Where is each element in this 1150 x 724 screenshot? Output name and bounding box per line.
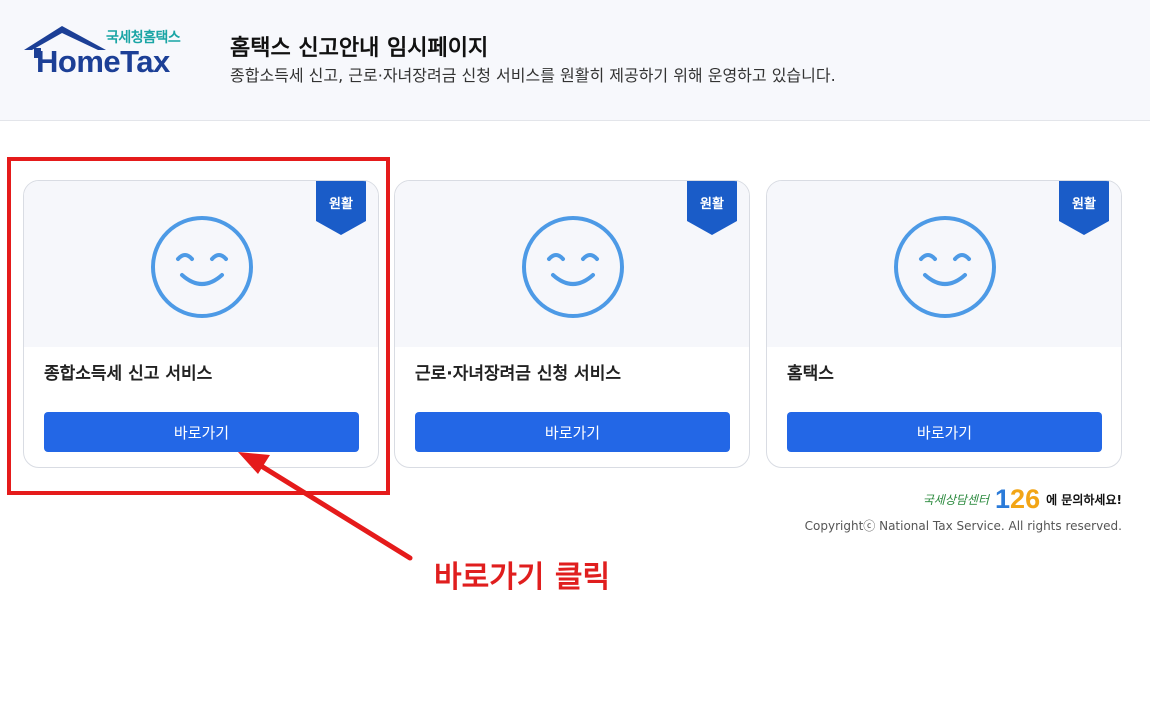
status-badge-label: 원활 <box>1072 197 1096 212</box>
consult-digit: 1 <box>995 484 1011 514</box>
card-title: 홈택스 <box>787 364 834 384</box>
service-card-earned-income: 원활 근로·자녀장려금 신청 서비스 바로가기 <box>394 180 750 468</box>
consult-center-banner: 국세상담센터 1 2 6 에 문의하세요! <box>923 484 1122 514</box>
go-button-earned-income[interactable]: 바로가기 <box>415 412 730 452</box>
status-badge-label: 원활 <box>700 197 724 212</box>
consult-digit: 2 <box>1010 484 1026 514</box>
consult-center-suffix: 에 문의하세요! <box>1046 492 1122 507</box>
logo-english-text: HomeTax <box>36 44 170 79</box>
go-button-hometax[interactable]: 바로가기 <box>787 412 1102 452</box>
consult-number: 1 2 6 <box>995 484 1040 514</box>
annotation-text: 바로가기 클릭 <box>434 560 611 595</box>
smiley-icon <box>894 216 996 318</box>
page-title: 홈택스 신고안내 임시페이지 <box>230 36 489 61</box>
copyright-text: Copyrightⓒ National Tax Service. All rig… <box>804 519 1122 533</box>
status-badge: 원활 <box>1059 181 1109 235</box>
service-card-hometax: 원활 홈택스 바로가기 <box>766 180 1122 468</box>
highlight-box <box>7 157 390 495</box>
page-header: 국세청홈택스 HomeTax 홈택스 신고안내 임시페이지 종합소득세 신고, … <box>0 0 1150 121</box>
consult-center-label: 국세상담센터 <box>922 492 989 507</box>
hometax-logo[interactable]: 국세청홈택스 HomeTax <box>22 22 192 82</box>
status-badge: 원활 <box>687 181 737 235</box>
page-description: 종합소득세 신고, 근로·자녀장려금 신청 서비스를 원활히 제공하기 위해 운… <box>230 66 836 85</box>
card-title: 근로·자녀장려금 신청 서비스 <box>415 364 621 384</box>
smiley-icon <box>522 216 624 318</box>
consult-digit: 6 <box>1025 484 1041 514</box>
